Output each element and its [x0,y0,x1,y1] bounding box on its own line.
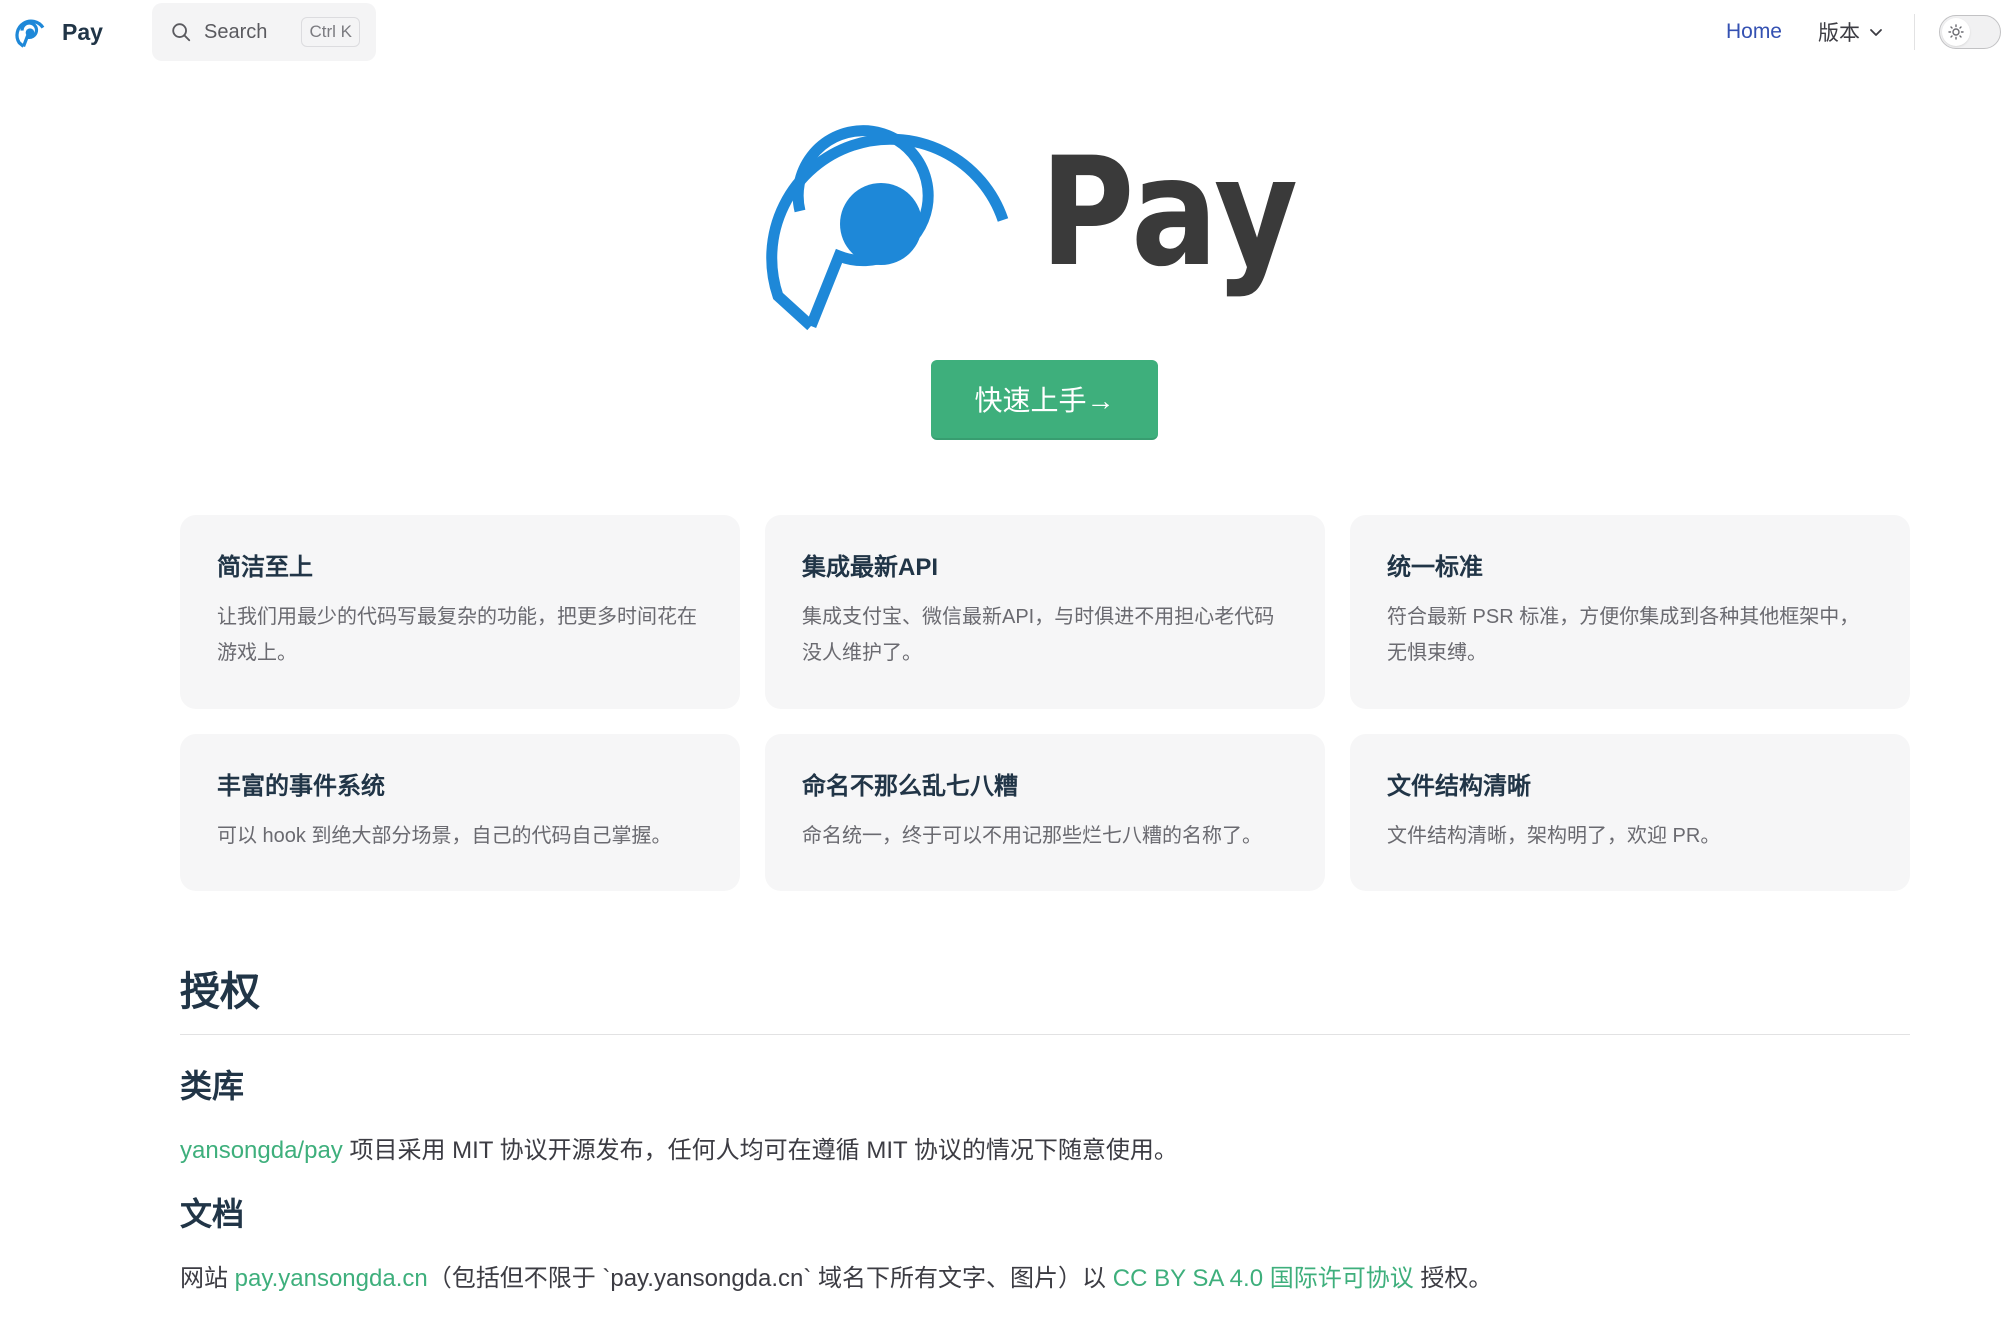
nav-right: Home 版本 [1726,0,2001,64]
docs-paragraph: 网站 pay.yansongda.cn（包括但不限于 `pay.yansongd… [180,1259,1910,1299]
search-icon [172,23,191,42]
docs-suffix: 授权。 [1413,1265,1493,1292]
feature-card: 文件结构清晰 文件结构清晰，架构明了，欢迎 PR。 [1350,734,1910,891]
hero-logo: Pay [766,125,1298,331]
search-button[interactable]: Search Ctrl K [152,3,376,61]
feature-card: 命名不那么乱七八糟 命名统一，终于可以不用记那些烂七八糟的名称了。 [765,734,1325,891]
versions-dropdown[interactable]: 版本 [1818,17,1884,47]
chevron-down-icon [1870,29,1882,36]
feature-title: 命名不那么乱七八糟 [802,773,1018,800]
feature-description: 集成支付宝、微信最新API，与时俱进不用担心老代码没人维护了。 [802,606,1275,664]
feature-title: 丰富的事件系统 [217,773,385,800]
heading-divider [180,1034,1910,1035]
hero-logo-wordmark: Pay [1040,126,1298,300]
kbd-key: K [340,22,352,41]
license-link[interactable]: CC BY SA 4.0 国际许可协议 [1113,1265,1414,1292]
top-nav: Pay Search Ctrl K Home 版本 [0,0,2013,64]
feature-card: 统一标准 符合最新 PSR 标准，方便你集成到各种其他框架中，无惧束缚。 [1350,515,1910,709]
sun-icon [1948,24,1964,40]
repo-link[interactable]: yansongda/pay [180,1137,343,1164]
nav-link-home[interactable]: Home [1726,20,1782,44]
docs-heading: 文档 [180,1196,245,1232]
site-link[interactable]: pay.yansongda.cn [235,1265,428,1292]
search-label: Search [204,20,268,43]
feature-description: 文件结构清晰，架构明了，欢迎 PR。 [1387,825,1721,847]
license-heading: 授权 [180,970,260,1014]
feature-card: 简洁至上 让我们用最少的代码写最复杂的功能，把更多时间花在游戏上。 [180,515,740,709]
doc-content: 授权 类库 yansongda/pay 项目采用 MIT 协议开源发布，任何人均… [180,960,1910,1299]
library-heading: 类库 [180,1068,245,1104]
feature-description: 可以 hook 到绝大部分场景，自己的代码自己掌握。 [217,825,672,847]
nav-divider [1914,14,1915,50]
feature-title: 简洁至上 [217,554,313,581]
feature-card: 集成最新API 集成支付宝、微信最新API，与时俱进不用担心老代码没人维护了。 [765,515,1325,709]
feature-card: 丰富的事件系统 可以 hook 到绝大部分场景，自己的代码自己掌握。 [180,734,740,891]
feature-title: 文件结构清晰 [1387,773,1531,800]
feature-description: 符合最新 PSR 标准，方便你集成到各种其他框架中，无惧束缚。 [1387,606,1860,664]
features-grid: 简洁至上 让我们用最少的代码写最复杂的功能，把更多时间花在游戏上。 集成最新AP… [180,515,1910,891]
feature-description: 命名统一，终于可以不用记那些烂七八糟的名称了。 [802,825,1262,847]
versions-label: 版本 [1818,22,1860,45]
hero-logo-mark [766,125,1009,331]
theme-toggle[interactable] [1939,15,2001,49]
docs-prefix: 网站 [180,1265,235,1292]
theme-toggle-knob [1942,18,1970,46]
feature-description: 让我们用最少的代码写最复杂的功能，把更多时间花在游戏上。 [217,606,697,664]
pay-logo-icon [15,19,45,48]
get-started-button[interactable]: 快速上手→ [931,360,1158,440]
feature-title: 集成最新API [802,554,939,581]
feature-title: 统一标准 [1387,554,1483,581]
docs-middle: （包括但不限于 `pay.yansongda.cn` 域名下所有文字、图片）以 [427,1265,1113,1292]
search-shortcut-hint: Ctrl K [301,17,360,47]
library-paragraph: yansongda/pay 项目采用 MIT 协议开源发布，任何人均可在遵循 M… [180,1131,1910,1171]
library-text: 项目采用 MIT 协议开源发布，任何人均可在遵循 MIT 协议的情况下随意使用。 [342,1137,1178,1164]
site-brand-link[interactable]: Pay [12,14,103,50]
kbd-ctrl: Ctrl [309,22,336,41]
site-title: Pay [62,18,103,45]
